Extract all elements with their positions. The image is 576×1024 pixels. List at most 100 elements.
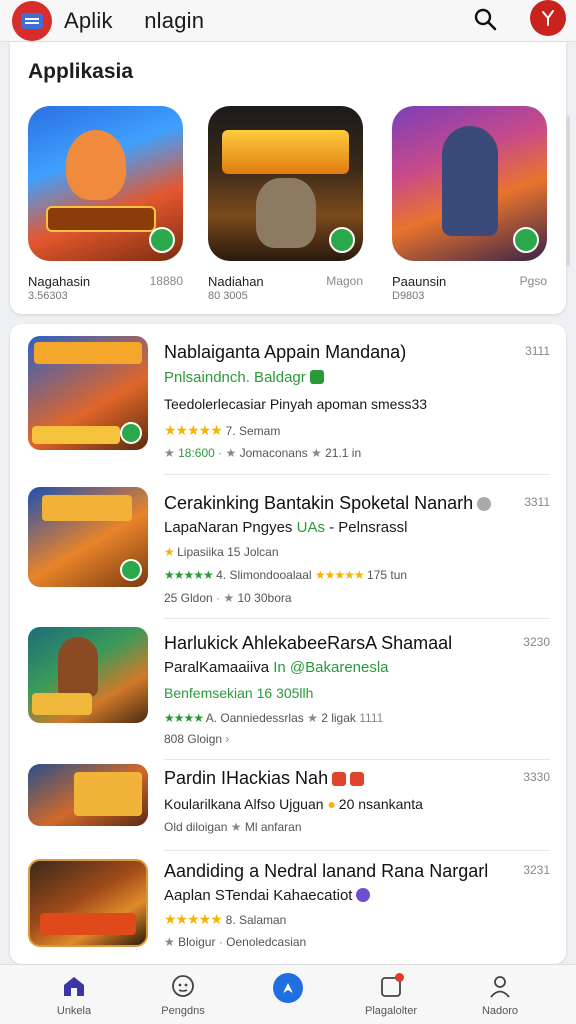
meta-b: 10 30bora — [237, 591, 292, 605]
app-rating: ★★★★★ 7. Semam — [164, 422, 280, 439]
character-art — [442, 126, 498, 236]
app-title: Harlukick AhlekabeeRarsA Shamaal — [164, 633, 453, 653]
meta-a: Old diloigan — [164, 820, 228, 834]
home-icon — [61, 973, 87, 999]
verified-icon — [309, 370, 324, 384]
top-app-bar: Aplik nlagin — [0, 0, 576, 42]
featured-thumbnail[interactable] — [208, 106, 363, 261]
carousel-peek — [566, 116, 570, 266]
app-thumbnail[interactable] — [28, 859, 148, 947]
game-logo-art — [46, 206, 156, 232]
info-icon — [477, 497, 492, 511]
stats-a: 4. Slimondooalaal — [216, 568, 312, 582]
bottom-navigation: Unkela Pengdns Plagalolter Nadoro — [0, 964, 576, 1024]
download-badge-icon — [329, 227, 355, 253]
game-logo-art — [34, 342, 142, 364]
nav-item-home[interactable]: Unkela — [24, 973, 124, 1017]
app-developer-text: Pnlsaindnch. Baldagr — [164, 369, 306, 386]
app-meta: Old diloigan ★ Ml anfaran — [164, 820, 302, 834]
rating-text: 8. Salaman — [225, 913, 287, 927]
download-badge-icon — [120, 422, 142, 444]
app-price: 3230 — [523, 635, 550, 649]
developer-tag: In @Bakarenesla — [273, 659, 389, 676]
developer-text: Aaplan STendai Kahaecatiot — [164, 887, 353, 904]
meta-a: 808 Gloign — [164, 732, 223, 746]
stats-a: A. Oanniedessrlas — [205, 711, 304, 725]
list-item[interactable]: Nablaiganta Appain Mandana) 3111 Pnlsain… — [10, 324, 566, 474]
app-title: Cerakinking Bantakin Spoketal Nanarh — [164, 493, 492, 514]
featured-item-name: Nagahasin — [28, 274, 91, 289]
user-avatar[interactable] — [530, 0, 566, 36]
app-meta: 25 Gldon · ★ 10 30bora — [164, 591, 292, 605]
verified-icon — [356, 888, 371, 902]
app-developer: Koularilkana Alfso Ujguan ● 20 nsankanta — [164, 796, 423, 812]
app-thumbnail[interactable] — [28, 764, 148, 826]
app-list: Nablaiganta Appain Mandana) 3111 Pnlsain… — [10, 324, 566, 964]
list-item[interactable]: Harlukick AhlekabeeRarsA Shamaal 3230 Pa… — [10, 619, 566, 759]
meta-c: 21.1 in — [325, 446, 362, 460]
list-item[interactable]: Cerakinking Bantakin Spoketal Nanarh 331… — [10, 475, 566, 617]
game-logo-art — [32, 693, 92, 715]
developer-text: ParalKamaaiiva — [164, 659, 270, 676]
game-logo-art — [42, 495, 132, 521]
app-price: 3330 — [523, 770, 550, 784]
app-logo[interactable] — [12, 0, 52, 41]
gamepad-icon — [170, 973, 196, 999]
profile-icon — [487, 973, 513, 999]
download-badge-icon — [120, 559, 142, 581]
game-logo-art — [222, 130, 349, 174]
app-meta: ★ 18:600 · ★ Jomaconans ★ 21.1 in — [164, 446, 362, 460]
download-badge-icon — [513, 227, 539, 253]
rating-stars-green: ★★★★ — [164, 711, 204, 725]
app-thumbnail[interactable] — [28, 336, 148, 450]
featured-thumbnail[interactable] — [28, 106, 183, 261]
developer-rest: - Pelnsrassl — [329, 519, 408, 536]
download-badge-icon — [149, 227, 175, 253]
meta-a: 18:600 — [178, 446, 215, 460]
list-item[interactable]: Pardin IHackias Nah 3330 Koularilkana Al… — [10, 760, 566, 858]
featured-item-sub: D9803 — [392, 290, 425, 302]
app-title: Nablaiganta Appain Mandana) — [164, 342, 407, 362]
app-thumbnail[interactable] — [28, 487, 148, 587]
nav-label: Plagalolter — [365, 1005, 417, 1017]
nav-item-profile[interactable]: Nadoro — [450, 973, 550, 1017]
app-title-text: Cerakinking Bantakin Spoketal Nanarh — [164, 493, 474, 513]
featured-item-number: Magon — [326, 274, 363, 288]
app-title-text: Pardin IHackias Nah — [164, 768, 329, 788]
app-thumbnail[interactable] — [28, 627, 148, 723]
character-art — [66, 130, 126, 200]
featured-item[interactable]: Paaunsin Pgso D9803 — [392, 106, 547, 302]
app-meta: 808 Gloign › — [164, 732, 230, 746]
app-price: 3231 — [523, 863, 550, 877]
character-art — [58, 637, 98, 697]
game-logo-art — [40, 913, 136, 935]
stats-b: 175 tun — [367, 568, 408, 582]
app-title: Aplik nlagin — [64, 7, 205, 33]
nav-item-games[interactable]: Pengdns — [133, 973, 233, 1017]
stats-b: 2 ligak — [321, 711, 356, 725]
nav-item-notifications[interactable]: Plagalolter — [341, 973, 441, 1017]
app-stats: ★★★★★ 4. Slimondooalaal ★★★★★ 175 tun — [164, 568, 407, 582]
app-developer: LapaNaran Pngyes UAs - Pelnsrassl — [164, 519, 407, 536]
new-badge-icon — [350, 772, 365, 786]
app-price: 3311 — [524, 495, 550, 509]
meta-b: Ml anfaran — [244, 820, 302, 834]
stats-c: 1111 — [359, 711, 384, 725]
nav-label: Pengdns — [161, 1005, 205, 1017]
featured-thumbnail[interactable] — [392, 106, 547, 261]
featured-item-sub: 80 3005 — [208, 290, 248, 302]
featured-section: Applikasia Nagahasin 18880 3.56303 Nadia… — [10, 42, 570, 314]
rating-stars: ★ — [164, 545, 175, 559]
search-button[interactable] — [468, 2, 502, 36]
app-price: 3111 — [525, 344, 550, 358]
explore-button[interactable] — [273, 973, 303, 1003]
search-icon — [474, 8, 497, 31]
list-item[interactable]: Aandiding a Nedral lanand Rana Nargarl 3… — [10, 851, 566, 964]
developer-tag: UAs — [296, 519, 325, 536]
featured-title: Applikasia — [28, 60, 134, 83]
featured-item[interactable]: Nadiahan Magon 80 3005 — [208, 106, 363, 302]
app-rating: ★★★★★ 8. Salaman — [164, 911, 286, 928]
app-title: Pardin IHackias Nah — [164, 768, 365, 789]
rating-stars: ★★★★★ — [314, 568, 365, 582]
featured-item[interactable]: Nagahasin 18880 3.56303 — [28, 106, 183, 302]
